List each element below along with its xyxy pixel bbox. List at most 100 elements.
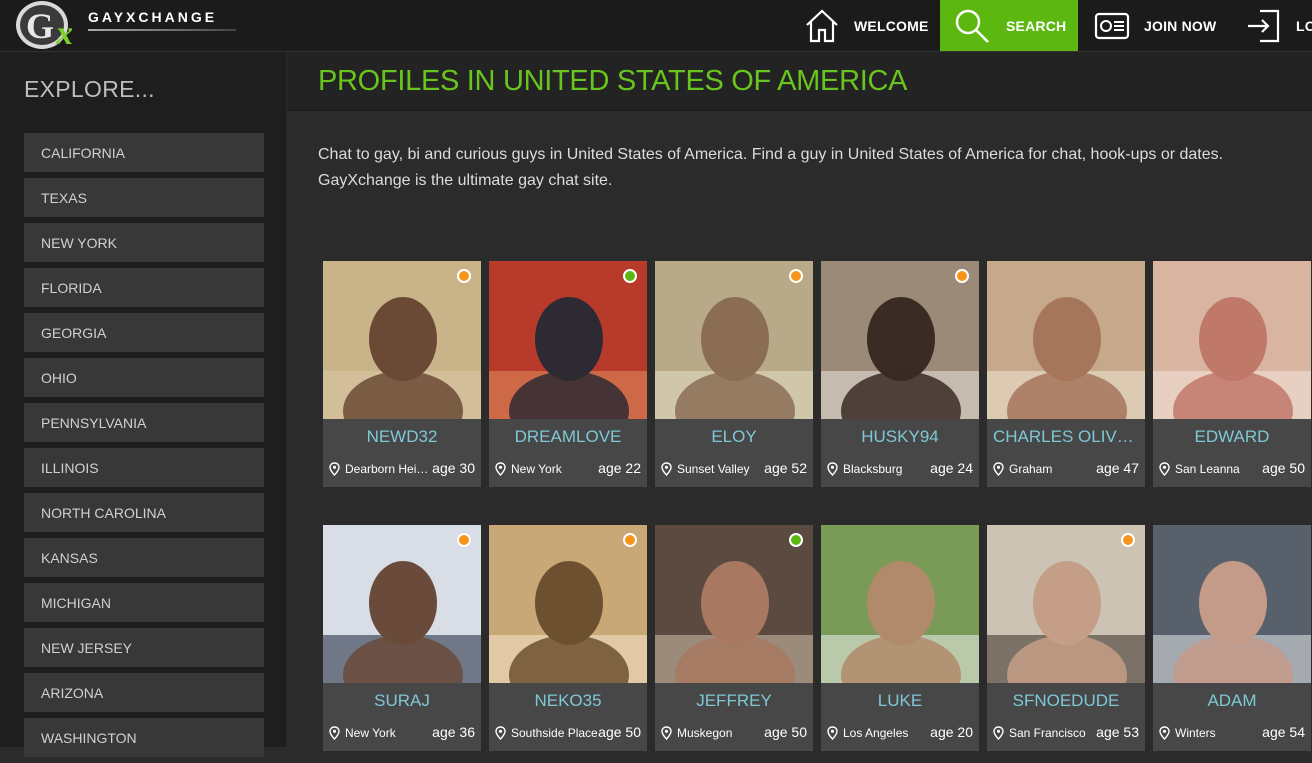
login-icon xyxy=(1248,9,1280,42)
sidebar-item-michigan[interactable]: MICHIGAN xyxy=(24,583,264,622)
profile-photo-image xyxy=(489,261,647,419)
sidebar-item-arizona[interactable]: ARIZONA xyxy=(24,673,264,712)
profile-photo[interactable] xyxy=(987,261,1145,419)
profile-photo[interactable] xyxy=(1153,525,1311,683)
profile-name[interactable]: NEWD32 xyxy=(323,427,481,447)
location-pin-icon xyxy=(993,726,1004,740)
profile-location: Dearborn Heights xyxy=(329,461,435,477)
profile-location-text: San Leanna xyxy=(1175,462,1240,476)
profile-card[interactable]: SFNOEDUDE San Francisco age 53 xyxy=(987,525,1145,751)
profile-photo-image xyxy=(987,261,1145,419)
top-bar: G x GAYXCHANGE WELCOME SEARCH JOIN NOW L… xyxy=(0,0,1312,52)
sidebar-item-california[interactable]: CALIFORNIA xyxy=(24,133,264,172)
online-status-dot xyxy=(457,533,471,547)
profile-photo-image xyxy=(821,525,979,683)
search-icon xyxy=(955,9,989,43)
profile-location: New York xyxy=(329,725,435,741)
profile-photo-image xyxy=(655,261,813,419)
nav-welcome[interactable]: WELCOME xyxy=(804,0,940,51)
profile-location-text: Blacksburg xyxy=(843,462,903,476)
profile-name[interactable]: JEFFREY xyxy=(655,691,813,711)
profile-name[interactable]: LUKE xyxy=(821,691,979,711)
profile-age: age 50 xyxy=(598,724,641,740)
profile-card[interactable]: NEKO35 Southside Place age 50 xyxy=(489,525,647,751)
nav-search[interactable]: SEARCH xyxy=(940,0,1078,51)
profile-age: age 20 xyxy=(930,724,973,740)
profile-name[interactable]: CHARLES OLIVER... xyxy=(987,427,1145,447)
profile-age: age 53 xyxy=(1096,724,1139,740)
profile-card[interactable]: LUKE Los Angeles age 20 xyxy=(821,525,979,751)
profile-photo[interactable] xyxy=(323,261,481,419)
sidebar-item-kansas[interactable]: KANSAS xyxy=(24,538,264,577)
profile-photo[interactable] xyxy=(489,525,647,683)
gx-logo-icon: G x xyxy=(16,1,73,50)
online-status-dot xyxy=(457,269,471,283)
profile-card[interactable]: EDWARD San Leanna age 50 xyxy=(1153,261,1311,487)
profile-age: age 30 xyxy=(432,460,475,476)
profile-location: Muskegon xyxy=(661,725,767,741)
logo-underline xyxy=(88,29,236,31)
profile-photo[interactable] xyxy=(987,525,1145,683)
site-logo[interactable]: G x GAYXCHANGE xyxy=(6,0,236,50)
profile-location: San Francisco xyxy=(993,725,1099,741)
profile-name[interactable]: EDWARD xyxy=(1153,427,1311,447)
intro-text: Chat to gay, bi and curious guys in Unit… xyxy=(318,146,1224,189)
nav-login[interactable]: LO xyxy=(1246,0,1312,51)
profile-card[interactable]: DREAMLOVE New York age 22 xyxy=(489,261,647,487)
main-content: PROFILES IN UNITED STATES OF AMERICA Cha… xyxy=(287,52,1312,751)
sidebar-item-north-carolina[interactable]: NORTH CAROLINA xyxy=(24,493,264,532)
sidebar-item-washington[interactable]: WASHINGTON xyxy=(24,718,264,757)
profile-card[interactable]: HUSKY94 Blacksburg age 24 xyxy=(821,261,979,487)
profile-name[interactable]: SFNOEDUDE xyxy=(987,691,1145,711)
sidebar-title: EXPLORE... xyxy=(24,76,155,102)
profile-location: San Leanna xyxy=(1159,461,1265,477)
page-title: PROFILES IN UNITED STATES OF AMERICA xyxy=(318,65,908,97)
profile-photo[interactable] xyxy=(655,525,813,683)
location-pin-icon xyxy=(661,726,672,740)
online-status-dot xyxy=(623,533,637,547)
sidebar-item-ohio[interactable]: OHIO xyxy=(24,358,264,397)
profile-name[interactable]: ELOY xyxy=(655,427,813,447)
sidebar-item-new-york[interactable]: NEW YORK xyxy=(24,223,264,262)
profile-photo[interactable] xyxy=(821,261,979,419)
sidebar-item-florida[interactable]: FLORIDA xyxy=(24,268,264,307)
profile-card[interactable]: CHARLES OLIVER... Graham age 47 xyxy=(987,261,1145,487)
profile-card[interactable]: SURAJ New York age 36 xyxy=(323,525,481,751)
sidebar-list: CALIFORNIA TEXAS NEW YORK FLORIDA GEORGI… xyxy=(24,133,264,763)
profile-photo-image xyxy=(1153,261,1311,419)
profile-name[interactable]: DREAMLOVE xyxy=(489,427,647,447)
sidebar-item-pennsylvania[interactable]: PENNSYLVANIA xyxy=(24,403,264,442)
online-status-dot xyxy=(789,269,803,283)
sidebar-item-texas[interactable]: TEXAS xyxy=(24,178,264,217)
sidebar-item-new-jersey[interactable]: NEW JERSEY xyxy=(24,628,264,667)
profile-photo[interactable] xyxy=(821,525,979,683)
profile-card[interactable]: ADAM Winters age 54 xyxy=(1153,525,1311,751)
profile-age: age 22 xyxy=(598,460,641,476)
nav-join[interactable]: JOIN NOW xyxy=(1094,0,1244,51)
profile-card[interactable]: NEWD32 Dearborn Heights age 30 xyxy=(323,261,481,487)
profile-name[interactable]: SURAJ xyxy=(323,691,481,711)
profile-card[interactable]: JEFFREY Muskegon age 50 xyxy=(655,525,813,751)
profile-location: Sunset Valley xyxy=(661,461,767,477)
location-pin-icon xyxy=(329,462,340,476)
sidebar-item-georgia[interactable]: GEORGIA xyxy=(24,313,264,352)
profile-photo[interactable] xyxy=(323,525,481,683)
id-card-icon xyxy=(1094,12,1130,39)
profile-photo[interactable] xyxy=(655,261,813,419)
profile-age: age 50 xyxy=(1262,460,1305,476)
profile-name[interactable]: ADAM xyxy=(1153,691,1311,711)
profile-name[interactable]: HUSKY94 xyxy=(821,427,979,447)
profile-location-text: New York xyxy=(345,726,396,740)
profile-photo-image xyxy=(323,525,481,683)
profile-card[interactable]: ELOY Sunset Valley age 52 xyxy=(655,261,813,487)
page-header: PROFILES IN UNITED STATES OF AMERICA xyxy=(287,52,1312,111)
profile-photo[interactable] xyxy=(1153,261,1311,419)
location-pin-icon xyxy=(495,462,506,476)
profile-location: Winters xyxy=(1159,725,1265,741)
location-pin-icon xyxy=(495,726,506,740)
profile-photo[interactable] xyxy=(489,261,647,419)
profile-location-text: Sunset Valley xyxy=(677,462,750,476)
svg-text:G: G xyxy=(26,6,54,46)
sidebar-item-illinois[interactable]: ILLINOIS xyxy=(24,448,264,487)
profile-name[interactable]: NEKO35 xyxy=(489,691,647,711)
